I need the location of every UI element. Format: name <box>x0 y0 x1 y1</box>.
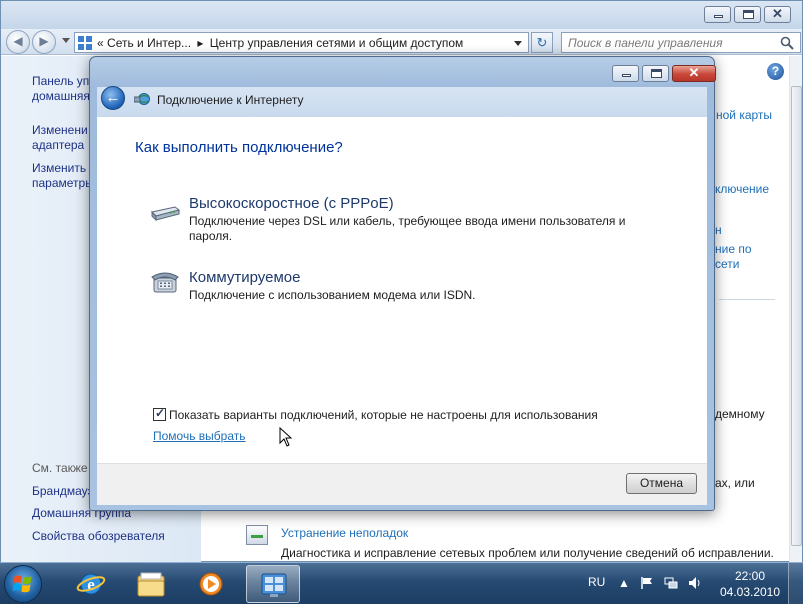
left-link-line: Изменить <box>32 161 87 175</box>
control-panel-icon <box>261 573 287 597</box>
left-link-line: домашняя <box>32 89 90 103</box>
or-text-fragment: ах, или <box>715 476 755 490</box>
option-description: Подключение с использованием модема или … <box>189 288 476 302</box>
sharing-link-line: сети <box>715 257 740 271</box>
connect-network-link[interactable]: ключение <box>715 182 769 196</box>
troubleshoot-link[interactable]: Устранение неполадок <box>281 526 408 540</box>
explorer-window-controls: ✕ <box>704 6 791 23</box>
show-all-options-checkbox[interactable] <box>153 406 166 421</box>
address-dropdown-icon[interactable] <box>514 41 522 46</box>
internet-globe-icon <box>134 93 150 105</box>
left-link-line: адаптера <box>32 138 85 152</box>
scrollbar[interactable] <box>789 56 802 562</box>
dialup-phone-icon <box>151 272 179 293</box>
taskbar-file-explorer[interactable] <box>124 565 178 603</box>
action-center-flag-icon[interactable] <box>640 576 654 590</box>
refresh-icon: ↻ <box>536 35 548 50</box>
see-also-internet-options[interactable]: Свойства обозревателя <box>32 529 165 544</box>
dialog-title: Подключение к Интернету <box>157 93 304 107</box>
show-all-options-label[interactable]: Показать варианты подключений, которые н… <box>169 408 598 422</box>
modem-icon <box>150 206 181 222</box>
connect-internet-dialog: ✕ ← Подключение к Интернету Как выполнит… <box>89 56 716 511</box>
volume-icon[interactable] <box>688 576 702 590</box>
windows-logo-icon <box>12 575 32 593</box>
network-center-icon <box>78 36 92 50</box>
taskbar: e RU ▲ 22:00 04.03.2010 <box>0 562 803 604</box>
taskbar-internet-explorer[interactable]: e <box>64 565 118 603</box>
cancel-button[interactable]: Отмена <box>626 473 697 494</box>
dialog-footer <box>97 463 707 505</box>
help-me-choose-link[interactable]: Помочь выбрать <box>153 429 246 443</box>
start-button[interactable] <box>4 565 42 603</box>
search-icon[interactable] <box>780 36 794 50</box>
dialog-minimize-button[interactable] <box>612 65 639 82</box>
scrollbar-thumb[interactable] <box>791 86 802 546</box>
address-bar[interactable]: « Сеть и Интер... ▸ Центр управления сет… <box>74 32 529 53</box>
troubleshoot-icon <box>246 525 268 545</box>
dialog-close-button[interactable]: ✕ <box>672 65 716 82</box>
full-map-link[interactable]: ной карты <box>716 108 772 122</box>
sharing-link[interactable]: ние по сети <box>715 242 752 271</box>
left-link-sharing-settings[interactable]: Изменить параметры <box>32 161 94 191</box>
clock-time[interactable]: 22:00 <box>720 569 780 583</box>
breadcrumb-network-center[interactable]: Центр управления сетями и общим доступом <box>210 36 464 50</box>
mouse-cursor-icon <box>279 427 293 447</box>
breadcrumb-network-internet[interactable]: Сеть и Интер... <box>107 36 191 50</box>
explorer-titlebar: ✕ <box>1 1 802 29</box>
close-button[interactable]: ✕ <box>764 6 791 23</box>
option-title: Коммутируемое <box>189 269 301 286</box>
taskbar-media-player[interactable] <box>184 565 238 603</box>
breadcrumb-overflow[interactable]: « <box>97 36 104 50</box>
network-status-icon[interactable] <box>664 576 678 590</box>
option-description: Подключение через DSL или кабель, требую… <box>189 214 626 243</box>
back-arrow-icon: ← <box>105 89 121 106</box>
left-arrow-icon: ◀ <box>13 34 23 48</box>
file-explorer-icon <box>137 572 165 597</box>
modem-text-fragment: демному <box>715 407 765 421</box>
sharing-link-line: ние по <box>715 242 752 256</box>
navigation-bar: ◀ ▶ « Сеть и Интер... ▸ Центр управления… <box>1 29 802 55</box>
dialog-window-controls: ✕ <box>612 65 716 82</box>
taskbar-control-panel[interactable] <box>246 565 300 603</box>
breadcrumb: « Сеть и Интер... ▸ Центр управления сет… <box>97 36 463 50</box>
clock-date[interactable]: 04.03.2010 <box>717 585 783 599</box>
dialog-question: Как выполнить подключение? <box>135 139 343 156</box>
left-link-control-panel-home[interactable]: Панель уп домашняя <box>32 74 90 104</box>
network-fragment-link[interactable]: н <box>715 223 722 237</box>
media-player-icon <box>199 572 223 596</box>
dialog-back-button[interactable]: ← <box>101 86 125 110</box>
left-link-adapter-settings[interactable]: Изменени адаптера <box>32 123 88 153</box>
breadcrumb-separator[interactable]: ▸ <box>197 36 203 50</box>
refresh-button[interactable]: ↻ <box>531 32 553 53</box>
back-arrow-button[interactable]: ◀ <box>6 30 30 54</box>
right-arrow-icon: ▶ <box>39 34 49 48</box>
section-divider <box>719 299 775 300</box>
option-title: Высокоскоростное (с PPPoE) <box>189 195 394 212</box>
help-icon[interactable]: ? <box>767 63 784 80</box>
search-input[interactable]: Поиск в панели управления <box>561 32 801 53</box>
recent-pages-dropdown[interactable] <box>62 38 70 43</box>
show-hidden-icons-icon[interactable]: ▲ <box>617 576 631 590</box>
maximize-button[interactable] <box>734 6 761 23</box>
internet-explorer-icon: e <box>76 573 106 595</box>
minimize-button[interactable] <box>704 6 731 23</box>
troubleshoot-description: Диагностика и исправление сетевых пробле… <box>281 546 774 560</box>
see-also-firewall[interactable]: Брандмауэ <box>32 484 94 499</box>
left-link-line: Панель уп <box>32 74 90 88</box>
show-desktop-button[interactable] <box>788 563 803 604</box>
forward-arrow-button[interactable]: ▶ <box>32 30 56 54</box>
left-link-line: Изменени <box>32 123 88 137</box>
language-indicator[interactable]: RU <box>588 575 605 589</box>
left-link-line: параметры <box>32 176 94 190</box>
dialog-maximize-button[interactable] <box>642 65 669 82</box>
search-placeholder: Поиск в панели управления <box>568 36 723 50</box>
see-also-heading: См. также <box>32 461 88 475</box>
